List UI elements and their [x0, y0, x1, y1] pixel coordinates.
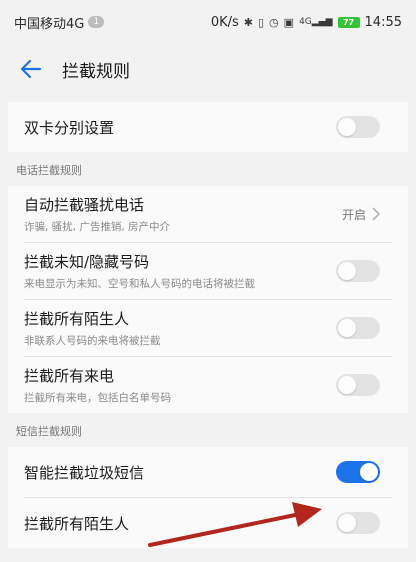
dual-sim-label: 双卡分别设置	[24, 118, 115, 137]
signal-type-label: 4G	[299, 17, 312, 27]
auto-block-harassment-row[interactable]: 自动拦截骚扰电话 诈骗, 骚扰, 广告推销, 房产中介 开启	[8, 186, 408, 242]
block-unknown-toggle[interactable]	[336, 260, 380, 282]
dual-sim-card: 双卡分别设置	[8, 102, 408, 152]
smart-spam-sms-toggle[interactable]	[336, 461, 380, 483]
block-strangers-call-toggle[interactable]	[336, 317, 380, 339]
status-bar: 中国移动4G 1 0K/s ✱ ▯ ◷ ▣ 4G▂▄▆ 77 14:55	[0, 0, 416, 44]
toggle-knob	[338, 514, 356, 532]
block-all-calls-desc: 拦截所有来电，包括白名单号码	[24, 392, 171, 404]
bluetooth-icon: ✱	[243, 15, 253, 29]
block-strangers-call-row[interactable]: 拦截所有陌生人 非联系人号码的来电将被拦截	[8, 300, 408, 356]
toggle-knob	[338, 118, 356, 136]
block-unknown-row[interactable]: 拦截未知/隐藏号码 来电显示为未知、空号和私人号码的电话将被拦截	[8, 243, 408, 299]
block-unknown-label: 拦截未知/隐藏号码	[24, 253, 150, 271]
signal-icon: 4G▂▄▆	[299, 17, 333, 27]
block-all-calls-row[interactable]: 拦截所有来电 拦截所有来电，包括白名单号码	[8, 357, 408, 413]
vibrate-icon: ▯	[257, 15, 265, 29]
status-value: 开启	[341, 207, 366, 222]
auto-block-harassment-desc: 诈骗, 骚扰, 广告推销, 房产中介	[24, 221, 171, 233]
block-unknown-desc: 来电显示为未知、空号和私人号码的电话将被拦截	[24, 278, 255, 290]
call-section-header: 电话拦截规则	[0, 152, 416, 186]
alarm-icon: ◷	[269, 15, 279, 29]
auto-block-harassment-value: 开启	[342, 206, 380, 223]
call-rules-card: 自动拦截骚扰电话 诈骗, 骚扰, 广告推销, 房产中介 开启 拦截未知/隐藏号码…	[8, 186, 408, 413]
battery-icon: 77	[337, 16, 360, 28]
block-strangers-sms-label: 拦截所有陌生人	[24, 514, 130, 533]
block-strangers-call-label: 拦截所有陌生人	[24, 310, 130, 328]
block-all-calls-toggle[interactable]	[336, 374, 380, 396]
block-strangers-sms-toggle[interactable]	[336, 512, 380, 534]
sms-section-header: 短信拦截规则	[0, 413, 416, 447]
smart-spam-sms-row[interactable]: 智能拦截垃圾短信	[8, 447, 408, 497]
block-strangers-call-desc: 非联系人号码的来电将被拦截	[24, 335, 161, 347]
sim-badge: 1	[88, 16, 105, 28]
toggle-knob	[338, 262, 356, 280]
page-title: 拦截规则	[62, 61, 130, 82]
sms-rules-card: 智能拦截垃圾短信 拦截所有陌生人	[8, 447, 408, 548]
clock: 14:55	[364, 14, 402, 30]
dual-sim-toggle[interactable]	[336, 116, 380, 138]
back-arrow-icon[interactable]	[20, 57, 44, 81]
toggle-knob	[338, 376, 356, 394]
dual-sim-row[interactable]: 双卡分别设置	[8, 102, 408, 152]
block-strangers-sms-row[interactable]: 拦截所有陌生人	[8, 498, 408, 548]
hd-icon: ▣	[283, 15, 295, 29]
toggle-knob	[338, 319, 356, 337]
block-all-calls-label: 拦截所有来电	[24, 367, 115, 385]
title-bar: 拦截规则	[0, 44, 416, 94]
network-speed: 0K/s	[210, 14, 239, 30]
auto-block-harassment-label: 自动拦截骚扰电话	[24, 196, 145, 214]
carrier-label: 中国移动4G	[14, 16, 85, 32]
toggle-knob	[360, 463, 378, 481]
smart-spam-sms-label: 智能拦截垃圾短信	[24, 463, 145, 482]
chevron-right-icon	[372, 207, 380, 221]
